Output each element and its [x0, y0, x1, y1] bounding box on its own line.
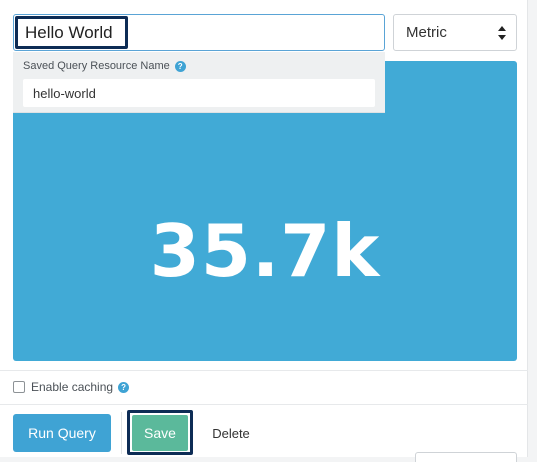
query-title-value[interactable]: Hello World	[15, 16, 128, 49]
metric-value: 35.7k	[149, 209, 381, 293]
select-arrows-icon	[498, 26, 506, 40]
help-icon[interactable]: ?	[174, 60, 186, 72]
divider	[0, 404, 528, 405]
divider	[0, 370, 528, 371]
caching-row: Enable caching ?	[13, 380, 130, 394]
enable-caching-label[interactable]: Enable caching	[31, 380, 113, 394]
save-button[interactable]: Save	[132, 415, 188, 451]
resource-name-label: Saved Query Resource Name ?	[23, 60, 186, 72]
query-title-input[interactable]: Hello World	[13, 14, 385, 51]
resource-name-input[interactable]: hello-world	[23, 79, 375, 107]
button-separator	[121, 412, 122, 454]
partial-control[interactable]	[415, 452, 517, 462]
resource-name-label-text: Saved Query Resource Name	[23, 60, 170, 72]
caching-help-icon[interactable]: ?	[118, 381, 130, 393]
enable-caching-checkbox[interactable]	[13, 381, 25, 393]
run-query-button[interactable]: Run Query	[13, 414, 111, 452]
resource-name-popover: Saved Query Resource Name ? hello-world	[13, 52, 385, 113]
visualization-type-select[interactable]: Metric	[393, 14, 517, 51]
query-editor-panel: Hello World Metric 35.7k Saved Query Res…	[0, 0, 528, 462]
delete-button[interactable]: Delete	[203, 414, 259, 452]
visualization-type-value: Metric	[406, 24, 447, 41]
